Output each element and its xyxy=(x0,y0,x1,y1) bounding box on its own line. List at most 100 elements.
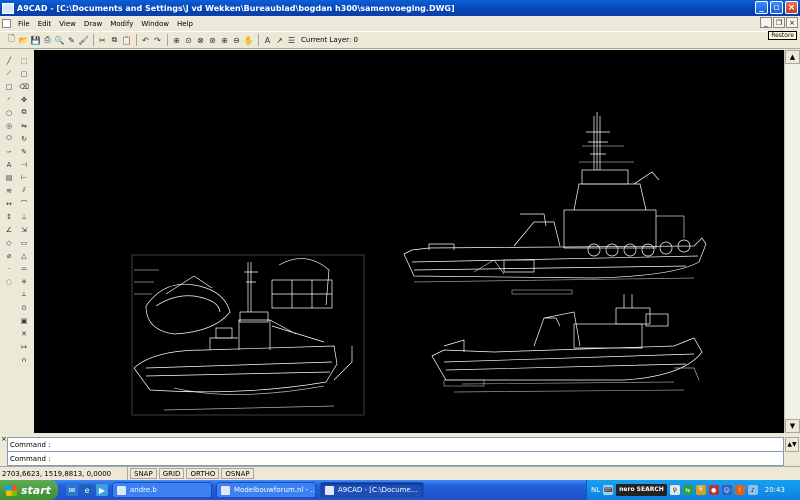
box-icon[interactable]: ▢ xyxy=(19,68,30,79)
cut-icon[interactable]: ✂ xyxy=(97,35,108,46)
circle-radius-icon[interactable]: ◎ xyxy=(4,120,15,131)
taskbar-item-a9cad[interactable]: A9CAD - [C:\Docume... xyxy=(320,482,424,498)
zoom-extents-icon[interactable]: ⊗ xyxy=(195,35,206,46)
spline-icon[interactable]: ∽ xyxy=(4,146,15,157)
text-style-icon[interactable]: A xyxy=(262,35,273,46)
taskbar-item-andre-b[interactable]: andre.b xyxy=(112,482,212,498)
doc-restore-button[interactable]: ❐ xyxy=(773,17,785,28)
text-icon[interactable]: A xyxy=(4,159,15,170)
media-player-icon[interactable]: ▶ xyxy=(96,484,108,496)
scroll-up-icon[interactable]: ▲ xyxy=(785,50,800,64)
menu-edit[interactable]: Edit xyxy=(34,20,56,28)
select-icon[interactable]: ⬚ xyxy=(19,55,30,66)
zoom-in-icon[interactable]: ⊙ xyxy=(183,35,194,46)
zoom-plus-icon[interactable]: ⊕ xyxy=(219,35,230,46)
snap-toggle[interactable]: SNAP xyxy=(130,468,157,479)
fillet-icon[interactable]: ⌓ xyxy=(19,263,30,274)
dimension-diameter-icon[interactable]: ⌀ xyxy=(4,250,15,261)
maximize-button[interactable]: ▫ xyxy=(770,1,783,14)
rotate-icon[interactable]: ↻ xyxy=(19,133,30,144)
command-scroll-icon[interactable]: ▲▼ xyxy=(785,437,799,452)
break-icon[interactable]: ⊥ xyxy=(19,211,30,222)
volume-icon[interactable]: ♪ xyxy=(747,485,758,495)
menu-draw[interactable]: Draw xyxy=(80,20,106,28)
minimize-button[interactable]: _ xyxy=(755,1,768,14)
snap-point-icon[interactable]: ⊙ xyxy=(19,302,30,313)
ortho-toggle[interactable]: ORTHO xyxy=(186,468,220,479)
paste-icon[interactable]: 📋 xyxy=(121,35,132,46)
array-icon[interactable]: △ xyxy=(19,250,30,261)
dimension-linear-icon[interactable]: ↔ xyxy=(4,198,15,209)
outlook-icon[interactable]: ✉ xyxy=(66,484,78,496)
distance-icon[interactable]: ↦ xyxy=(19,341,30,352)
dimension-angle-icon[interactable]: ∠ xyxy=(4,224,15,235)
doc-close-button[interactable]: × xyxy=(786,17,798,28)
mirror-icon[interactable]: ⇋ xyxy=(19,120,30,131)
stretch-icon[interactable]: ⇲ xyxy=(19,224,30,235)
redo-icon[interactable]: ↷ xyxy=(152,35,163,46)
cross-icon[interactable]: ✕ xyxy=(19,328,30,339)
network-icon[interactable]: ⇆ xyxy=(682,485,693,495)
undo-icon[interactable]: ↶ xyxy=(140,35,151,46)
dimension-radius-icon[interactable]: ◇ xyxy=(4,237,15,248)
messenger-icon[interactable]: ☺ xyxy=(721,485,732,495)
language-indicator[interactable]: NL xyxy=(591,486,600,494)
ellipse-icon[interactable]: ⬭ xyxy=(4,133,15,144)
copy-object-icon[interactable]: ⧉ xyxy=(19,107,30,118)
edit-icon[interactable]: ✎ xyxy=(19,146,30,157)
menu-window[interactable]: Window xyxy=(137,20,173,28)
arc-icon[interactable]: ◜ xyxy=(4,94,15,105)
donut-icon[interactable]: ◌ xyxy=(4,276,15,287)
print-preview-icon[interactable]: 🔍 xyxy=(54,35,65,46)
chamfer-icon[interactable]: ⌒ xyxy=(19,198,30,209)
scale-icon[interactable]: ▭ xyxy=(19,237,30,248)
antivirus-icon[interactable]: ● xyxy=(708,485,719,495)
close-button[interactable]: × xyxy=(785,1,798,14)
save-icon[interactable]: 💾 xyxy=(30,35,41,46)
trim-icon[interactable]: ⊣ xyxy=(19,159,30,170)
brush-icon[interactable]: 🖌 xyxy=(78,35,89,46)
osnap-toggle[interactable]: OSNAP xyxy=(221,468,254,479)
grid-toggle[interactable]: GRID xyxy=(158,468,185,479)
explode-icon[interactable]: ✳ xyxy=(19,276,30,287)
zoom-window-icon[interactable]: ⊕ xyxy=(171,35,182,46)
hatch-icon[interactable]: ▤ xyxy=(4,172,15,183)
zoom-all-icon[interactable]: ⊛ xyxy=(207,35,218,46)
pan-icon[interactable]: ✋ xyxy=(243,35,254,46)
zoom-minus-icon[interactable]: ⊖ xyxy=(231,35,242,46)
menu-help[interactable]: Help xyxy=(173,20,197,28)
menu-file[interactable]: File xyxy=(14,20,34,28)
update-icon[interactable]: ! xyxy=(734,485,745,495)
taskbar-item-modelbouwforum[interactable]: Modelbouwforum.nl - ... xyxy=(216,482,316,498)
layer-icon[interactable]: ☰ xyxy=(286,35,297,46)
extend-icon[interactable]: ⊢ xyxy=(19,172,30,183)
clock[interactable]: 20:43 xyxy=(765,486,785,494)
document-icon[interactable] xyxy=(2,19,11,28)
dimension-vertical-icon[interactable]: ↕ xyxy=(4,211,15,222)
command-input[interactable]: Command : xyxy=(7,451,784,466)
magnet-icon[interactable]: ∩ xyxy=(19,354,30,365)
doc-minimize-button[interactable]: _ xyxy=(760,17,772,28)
print-icon[interactable]: ⎙ xyxy=(42,35,53,46)
vertical-scrollbar[interactable]: ▲ ▼ xyxy=(784,50,800,433)
copy-icon[interactable]: ⧉ xyxy=(109,35,120,46)
rectangle-icon[interactable]: □ xyxy=(4,81,15,92)
join-icon[interactable]: ⟂ xyxy=(19,289,30,300)
line-icon[interactable]: ╱ xyxy=(4,55,15,66)
polyline-icon[interactable]: ⟋ xyxy=(4,68,15,79)
fit-icon[interactable]: ↗ xyxy=(274,35,285,46)
move-icon[interactable]: ✥ xyxy=(19,94,30,105)
drawing-canvas[interactable] xyxy=(34,50,784,433)
erase-icon[interactable]: ⌫ xyxy=(19,81,30,92)
menu-view[interactable]: View xyxy=(55,20,80,28)
circle-icon[interactable]: ○ xyxy=(4,107,15,118)
internet-explorer-icon[interactable]: e xyxy=(81,484,93,496)
properties-icon[interactable]: ▣ xyxy=(19,315,30,326)
search-icon[interactable]: ⚲ xyxy=(669,485,680,495)
nero-search-box[interactable]: nero SEARCH xyxy=(616,484,667,496)
pen-icon[interactable]: ✎ xyxy=(66,35,77,46)
security-icon[interactable]: ⛨ xyxy=(695,485,706,495)
command-close-icon[interactable]: × xyxy=(1,435,7,443)
scroll-down-icon[interactable]: ▼ xyxy=(785,419,800,433)
start-button[interactable]: start xyxy=(0,480,58,500)
